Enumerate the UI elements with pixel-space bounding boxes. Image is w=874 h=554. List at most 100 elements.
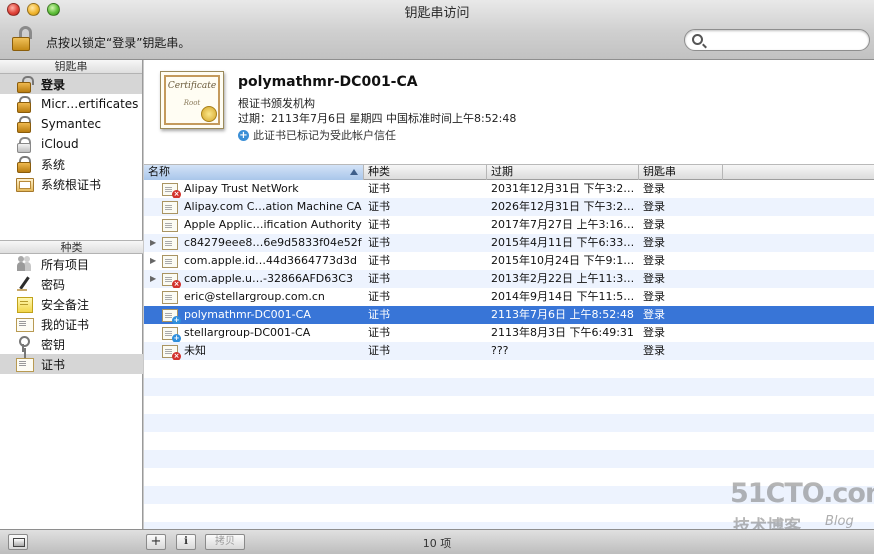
cell-keychain: 登录 (643, 182, 665, 195)
certificate-icon (162, 200, 178, 214)
lock-keychain-button[interactable] (10, 26, 34, 52)
sidebar-item-label: 系统 (41, 157, 66, 172)
cell-kind: 证书 (368, 182, 390, 195)
table-row[interactable]: + stellargroup-DC001-CA 证书 2113年8月3日 下午6:49… (144, 324, 874, 342)
certificate-icon: × (162, 182, 181, 198)
lock-icon (16, 116, 32, 133)
lock-icon (16, 96, 32, 113)
cell-name: ▶ c84279eee8…6e9d5833f04e52f (144, 234, 364, 252)
title-bar: 钥匙串访问 点按以锁定“登录”钥匙串。 (0, 0, 874, 60)
cell-name-text: Apple Applic…ification Authority (184, 218, 362, 231)
sidebar: 钥匙串 登录 Micr…ertificates Symantec iCloud … (0, 60, 143, 529)
cell-name: ▶ com.apple.id…44d3664773d3d (144, 252, 364, 270)
keychains-header: 钥匙串 (0, 60, 142, 74)
cell-expires: 2026年12月31日 下午3:2… (491, 200, 635, 213)
sidebar-item-icloud[interactable]: iCloud (0, 134, 142, 154)
cell-keychain: 登录 (643, 308, 665, 321)
cell-kind: 证书 (368, 218, 390, 231)
note-icon (16, 296, 33, 313)
disclosure-triangle-icon[interactable]: ▶ (150, 270, 162, 288)
cell-name-text: 未知 (184, 344, 206, 357)
certificate-icon (162, 254, 178, 268)
sidebar-item-system-roots[interactable]: 系统根证书 (0, 174, 142, 194)
cell-kind: 证书 (368, 326, 390, 339)
empty-row (144, 450, 874, 468)
sidebar-item-microsoft-certificates[interactable]: Micr…ertificates (0, 94, 142, 114)
search-icon (692, 34, 703, 45)
cell-kind: 证书 (368, 272, 390, 285)
sidebar-item-system[interactable]: 系统 (0, 154, 142, 174)
table-row[interactable]: ▶ com.apple.id…44d3664773d3d 证书 2015年10月24日… (144, 252, 874, 270)
cell-kind: 证书 (368, 344, 390, 357)
search-field[interactable] (684, 29, 870, 51)
column-header-kind[interactable]: 种类 (364, 165, 487, 180)
table-row[interactable]: Alipay.com C…ation Machine CA 证书 2026年12月3… (144, 198, 874, 216)
disclosure-triangle-icon[interactable]: ▶ (150, 234, 162, 252)
cell-expires: 2013年2月22日 上午11:3… (491, 272, 635, 285)
column-header-keychain[interactable]: 钥匙串 (639, 165, 723, 180)
sidebar-item-symantec[interactable]: Symantec (0, 114, 142, 134)
cell-expires: 2014年9月14日 下午11:5… (491, 290, 635, 303)
keychain-list: 登录 Micr…ertificates Symantec iCloud 系统 系… (0, 74, 142, 194)
certificate-icon (16, 316, 34, 332)
category-item-label: 安全备注 (41, 297, 90, 312)
table-row[interactable]: ▶ × com.apple.u…-32866AFD63C3 证书 2013年2月22日 … (144, 270, 874, 288)
empty-row (144, 378, 874, 396)
table-row[interactable]: + polymathmr-DC001-CA 证书 2113年7月6日 上午8:52:4… (144, 306, 874, 324)
table-row[interactable]: Apple Applic…ification Authority 证书 2017年7… (144, 216, 874, 234)
category-item-certificates[interactable]: 证书 (0, 354, 143, 374)
table-row[interactable]: × 未知 证书??? 登录 (144, 342, 874, 360)
category-item-secure-notes[interactable]: 安全备注 (0, 294, 143, 314)
cell-keychain: 登录 (643, 272, 665, 285)
lock-keychain-label: 点按以锁定“登录”钥匙串。 (46, 36, 191, 50)
certificate-root-word: Root (183, 99, 201, 107)
trust-text: 此证书已标记为受此帐户信任 (253, 129, 396, 142)
certificate-table: 名称 种类 过期 钥匙串 × Alipay Trust NetWork 证书 2031… (144, 165, 874, 529)
cell-name-text: Alipay Trust NetWork (184, 182, 299, 195)
trusted-badge-icon: + (172, 333, 181, 342)
category-item-keys[interactable]: 密钥 (0, 334, 143, 354)
cell-name-text: com.apple.id…44d3664773d3d (184, 254, 357, 267)
cell-name-text: stellargroup-DC001-CA (184, 326, 311, 339)
cell-keychain: 登录 (643, 218, 665, 231)
cell-keychain: 登录 (643, 200, 665, 213)
watermark-blog: Blog (825, 514, 854, 529)
table-row[interactable]: eric@stellargroup.com.cn 证书 2014年9月14日 下午1… (144, 288, 874, 306)
empty-row (144, 360, 874, 378)
certificate-icon (16, 356, 34, 372)
certificate-detail: Certificate Root polymathmr-DC001-CA 根证书… (144, 60, 874, 165)
category-item-label: 我的证书 (41, 317, 90, 332)
column-header-filler (723, 165, 874, 180)
column-header-name[interactable]: 名称 (144, 165, 364, 180)
column-header-expires[interactable]: 过期 (487, 165, 639, 180)
bottom-bar: + i 拷贝 10 项 (0, 529, 874, 554)
cell-expires: 2015年4月11日 下午6:33… (491, 236, 635, 249)
invalid-badge-icon: × (172, 279, 181, 288)
cell-kind: 证书 (368, 236, 390, 249)
cell-keychain: 登录 (643, 326, 665, 339)
cell-expires: 2113年7月6日 上午8:52:48 (491, 308, 634, 321)
certificate-icon: × (162, 344, 181, 360)
cell-expires: ??? (491, 344, 509, 357)
sidebar-item-label: Micr…ertificates (41, 97, 139, 111)
cell-name: Apple Applic…ification Authority (144, 216, 364, 234)
pen-icon (16, 276, 32, 292)
disclosure-triangle-icon[interactable]: ▶ (150, 252, 162, 270)
item-count: 10 项 (422, 537, 452, 550)
cell-name: ▶ × com.apple.u…-32866AFD63C3 (144, 270, 364, 288)
category-list: 所有项目 密码 安全备注 我的证书 密钥 证书 (0, 254, 143, 374)
detail-subtitle: 根证书颁发机构 (238, 97, 315, 110)
folder-icon (16, 176, 34, 192)
table-row[interactable]: ▶ c84279eee8…6e9d5833f04e52f 证书 2015年4月11日 … (144, 234, 874, 252)
category-item-my-certificates[interactable]: 我的证书 (0, 314, 143, 334)
cell-kind: 证书 (368, 200, 390, 213)
cell-expires: 2113年8月3日 下午6:49:31 (491, 326, 634, 339)
sidebar-item-login[interactable]: 登录 (0, 74, 142, 94)
cell-kind: 证书 (368, 254, 390, 267)
category-item-passwords[interactable]: 密码 (0, 274, 143, 294)
category-item-all-items[interactable]: 所有项目 (0, 254, 143, 274)
cell-keychain: 登录 (643, 290, 665, 303)
cell-name: × 未知 (144, 342, 364, 360)
table-row[interactable]: × Alipay Trust NetWork 证书 2031年12月31日 下午3:2… (144, 180, 874, 198)
empty-row (144, 414, 874, 432)
